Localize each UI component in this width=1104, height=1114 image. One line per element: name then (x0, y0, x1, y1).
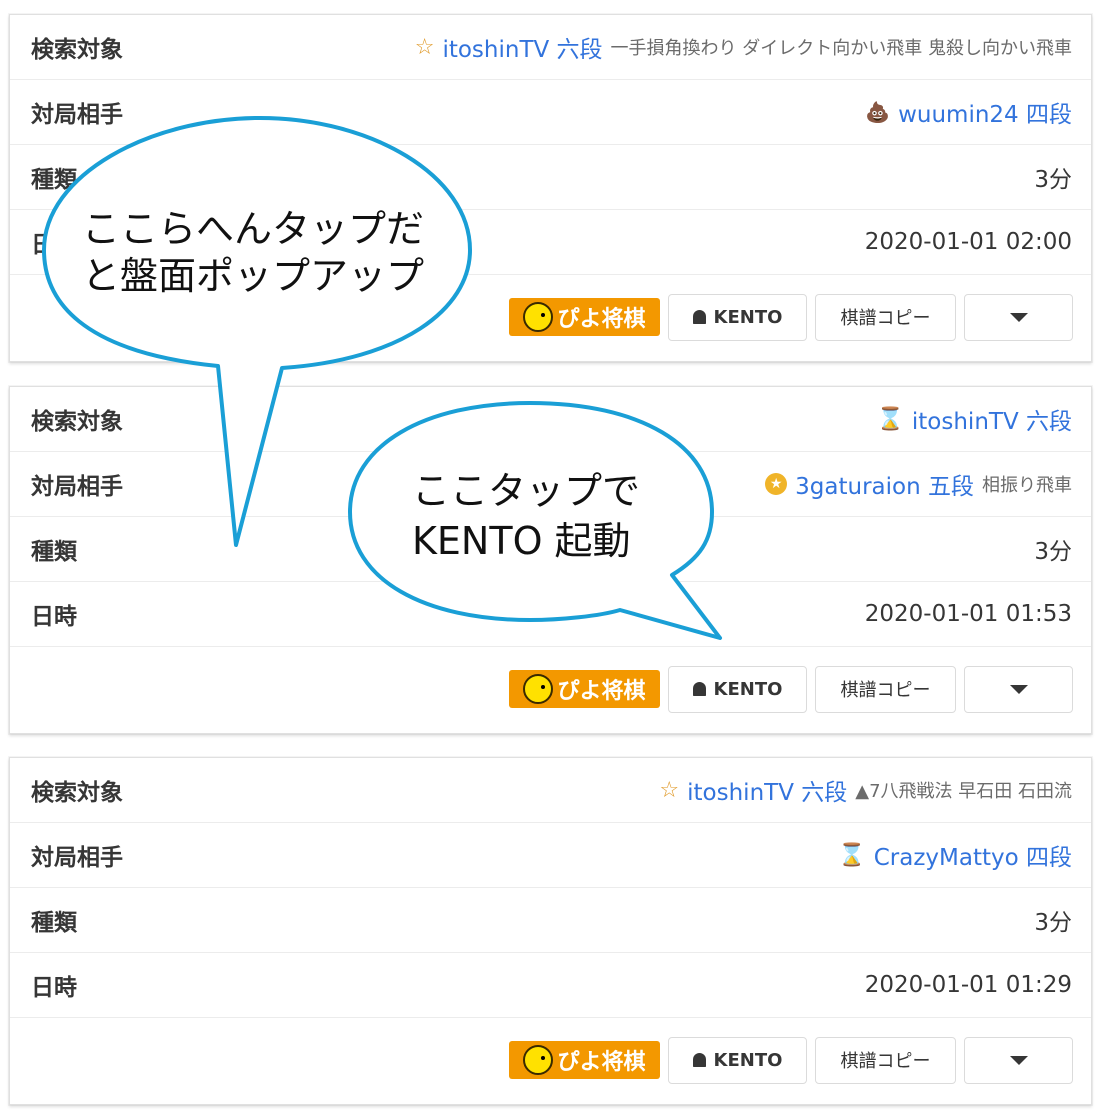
kind-row[interactable]: 種類 3分 (10, 888, 1091, 953)
opponent-tags: 相振り飛車 (982, 475, 1072, 496)
chick-icon (523, 1045, 554, 1075)
search-tags: ▲7八飛戦法 早石田 石田流 (855, 781, 1072, 802)
opponent-label: 対局相手 (31, 102, 123, 128)
action-bar: ぴよ将棋 KENTO 棋譜コピー (10, 1018, 1091, 1102)
caret-down-icon (1009, 312, 1028, 322)
search-label: 検索対象 (31, 780, 123, 806)
piyo-shogi-button[interactable]: ぴよ将棋 (509, 298, 660, 336)
poop-icon: 💩 (865, 100, 891, 124)
search-row: 検索対象 ⌛ itoshinTV 六段 (10, 387, 1091, 452)
opponent-row: 対局相手 💩 wuumin24 四段 (10, 80, 1091, 145)
caret-down-icon (1009, 1055, 1028, 1065)
caret-down-icon (1009, 684, 1028, 694)
star-icon: ☆ (414, 34, 435, 60)
datetime-row[interactable]: 日時 2020-01-01 01:53 (10, 582, 1091, 647)
piyo-shogi-button[interactable]: ぴよ将棋 (509, 1041, 660, 1079)
datetime-label: 日時 (31, 232, 77, 258)
bubble-right-line1: ここタップで (412, 469, 641, 513)
dropdown-button[interactable] (964, 665, 1073, 713)
search-player-link[interactable]: itoshinTV 六段 (442, 30, 602, 64)
search-player-link[interactable]: itoshinTV 六段 (687, 773, 847, 807)
kind-label: 種類 (31, 910, 77, 936)
star-icon: ☆ (659, 777, 680, 803)
dropdown-button[interactable] (964, 1036, 1073, 1084)
search-row: 検索対象 ☆ itoshinTV 六段 ▲7八飛戦法 早石田 石田流 (10, 758, 1091, 823)
opponent-label: 対局相手 (31, 845, 123, 871)
bubble-left-line1: ここらへんタップだ (82, 207, 425, 251)
kento-button[interactable]: KENTO (668, 665, 807, 713)
copy-kifu-button[interactable]: 棋譜コピー (815, 293, 956, 341)
shogi-piece-icon (692, 1053, 706, 1067)
hourglass-icon: ⌛ (876, 406, 904, 432)
dropdown-button[interactable] (964, 293, 1073, 341)
search-label: 検索対象 (31, 409, 123, 435)
kento-button[interactable]: KENTO (668, 293, 807, 341)
datetime-row[interactable]: 日時 2020-01-01 01:29 (10, 953, 1091, 1018)
shogi-piece-icon (692, 682, 706, 696)
hourglass-icon: ⌛ (838, 842, 866, 868)
star-badge-icon: ★ (765, 473, 788, 495)
copy-kifu-button[interactable]: 棋譜コピー (815, 1036, 956, 1084)
search-label: 検索対象 (31, 37, 123, 63)
bubble-right-line2: KENTO 起動 (412, 519, 631, 563)
datetime-value: 2020-01-01 02:00 (864, 229, 1072, 255)
kind-value: 3分 (1034, 910, 1072, 936)
opponent-label: 対局相手 (31, 474, 123, 500)
copy-kifu-button[interactable]: 棋譜コピー (815, 665, 956, 713)
kind-value: 3分 (1034, 539, 1072, 565)
kind-row[interactable]: 種類 3分 (10, 145, 1091, 210)
search-player-link[interactable]: itoshinTV 六段 (912, 402, 1072, 436)
search-row: 検索対象 ☆ itoshinTV 六段 一手損角換わり ダイレクト向かい飛車 鬼… (10, 15, 1091, 80)
piyo-shogi-button[interactable]: ぴよ将棋 (509, 670, 660, 708)
shogi-piece-icon (692, 310, 706, 324)
datetime-label: 日時 (31, 975, 77, 1001)
bubble-left-line2: と盤面ポップアップ (82, 254, 425, 298)
datetime-value: 2020-01-01 01:53 (864, 601, 1072, 627)
game-card-1: 検索対象 ☆ itoshinTV 六段 一手損角換わり ダイレクト向かい飛車 鬼… (9, 14, 1092, 362)
kind-label: 種類 (31, 539, 77, 565)
action-bar: ぴよ将棋 KENTO 棋譜コピー (10, 647, 1091, 731)
opponent-player-link[interactable]: CrazyMattyo 四段 (874, 838, 1072, 872)
search-tags: 一手損角換わり ダイレクト向かい飛車 鬼殺し向かい飛車 (610, 38, 1072, 59)
opponent-player-link[interactable]: 3gaturaion 五段 (795, 467, 974, 501)
chick-icon (523, 674, 554, 704)
chick-icon (523, 302, 554, 332)
kento-button[interactable]: KENTO (668, 1036, 807, 1084)
datetime-label: 日時 (31, 604, 77, 630)
kind-label: 種類 (31, 167, 77, 193)
datetime-value: 2020-01-01 01:29 (864, 972, 1072, 998)
opponent-row: 対局相手 ⌛ CrazyMattyo 四段 (10, 823, 1091, 888)
opponent-player-link[interactable]: wuumin24 四段 (898, 95, 1072, 129)
kind-value: 3分 (1034, 167, 1072, 193)
game-card-3: 検索対象 ☆ itoshinTV 六段 ▲7八飛戦法 早石田 石田流 対局相手 … (9, 757, 1092, 1105)
